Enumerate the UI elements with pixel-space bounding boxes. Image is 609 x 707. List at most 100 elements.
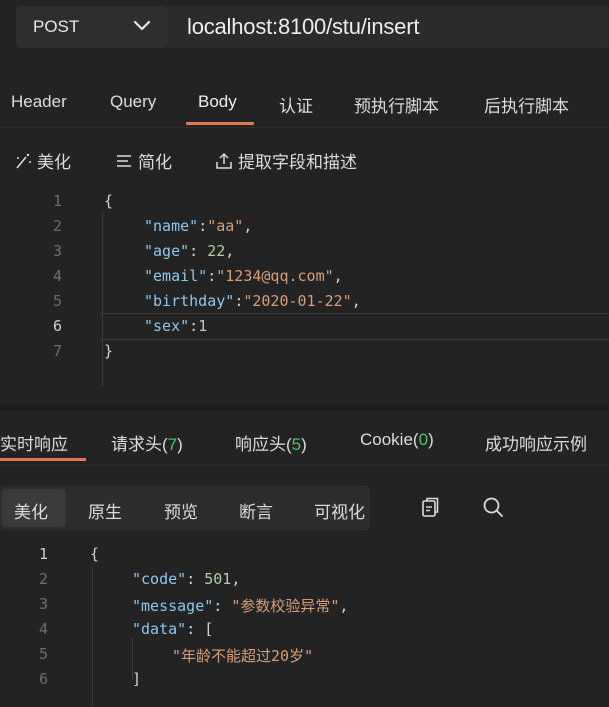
code-text: "birthday":"2020-01-22", — [144, 292, 361, 310]
code-text: "email":"1234@qq.com", — [144, 267, 343, 285]
json-value: 1 — [198, 317, 208, 335]
view-beautify[interactable]: 美化 — [14, 498, 48, 523]
method-select[interactable]: POST — [16, 6, 168, 48]
line-number: 1 — [38, 545, 48, 563]
json-key: "name" — [144, 217, 199, 235]
response-body-viewer[interactable]: 1 { 2 "code": 501, 3 "message": "参数校验异常"… — [0, 541, 609, 707]
code-line: 4 "data": [ — [0, 618, 609, 643]
code-text: { — [90, 545, 100, 563]
view-raw[interactable]: 原生 — [88, 498, 122, 523]
code-text: } — [104, 342, 114, 360]
line-number: 4 — [38, 620, 48, 638]
json-value: "2020-01-22" — [243, 292, 352, 310]
code-line: 4 "email":"1234@qq.com", — [0, 265, 609, 290]
code-line: 1 { — [0, 190, 609, 215]
code-text: "message": "参数校验异常", — [132, 597, 349, 615]
count-badge: 7 — [167, 435, 178, 454]
line-number: 7 — [52, 342, 62, 360]
tab-body[interactable]: Body — [198, 92, 237, 112]
tab-header[interactable]: Header — [11, 92, 67, 112]
code-text: "age": 22, — [144, 242, 235, 260]
copy-icon[interactable] — [418, 495, 442, 519]
tab-label: 响应头 — [235, 435, 286, 454]
extract-fields-label: 提取字段和描述 — [238, 153, 357, 172]
json-bracket: ] — [132, 670, 142, 688]
tab-auth[interactable]: 认证 — [279, 92, 313, 117]
tab-post-script[interactable]: 后执行脚本 — [484, 92, 569, 117]
code-text: { — [104, 192, 114, 210]
url-input[interactable]: localhost:8100/stu/insert — [168, 6, 609, 48]
line-number: 6 — [52, 317, 62, 335]
code-line: 2 "name":"aa", — [0, 215, 609, 240]
json-key: "data" — [132, 620, 187, 638]
line-number: 5 — [52, 292, 62, 310]
code-line: 7 } — [0, 340, 609, 365]
line-number: 2 — [52, 217, 62, 235]
json-value: "参数校验异常" — [231, 597, 340, 615]
count-badge: 5 — [291, 435, 302, 454]
line-number: 1 — [52, 192, 62, 210]
tab-query[interactable]: Query — [110, 92, 156, 112]
extract-fields-button[interactable]: 提取字段和描述 — [214, 148, 357, 173]
magic-wand-icon — [16, 153, 31, 169]
search-icon[interactable] — [481, 495, 505, 519]
view-visualize[interactable]: 可视化 — [314, 498, 365, 523]
json-key: "birthday" — [144, 292, 235, 310]
beautify-label: 美化 — [37, 153, 71, 172]
code-line: 3 "message": "参数校验异常", — [0, 593, 609, 618]
response-view-toggle: 美化 原生 预览 断言 可视化 — [0, 486, 370, 530]
simplify-button[interactable]: 简化 — [114, 148, 172, 173]
code-line: 1 { — [0, 543, 609, 568]
json-value: "aa" — [207, 217, 244, 235]
code-text: "data": [ — [132, 620, 214, 638]
chevron-down-icon — [133, 20, 151, 31]
url-bar: POST localhost:8100/stu/insert — [0, 0, 609, 66]
request-body-editor[interactable]: 1 { 2 "name":"aa", 3 "age": 22, 4 "email… — [0, 186, 609, 396]
view-assert[interactable]: 断言 — [239, 498, 273, 523]
tab-success-example[interactable]: 成功响应示例 — [485, 430, 587, 455]
tab-cookie[interactable]: Cookie(0) — [360, 430, 434, 450]
line-number: 2 — [38, 570, 48, 588]
upload-icon — [216, 152, 232, 169]
tab-label: 请求头 — [111, 435, 162, 454]
code-line: 5 "年龄不能超过20岁" — [0, 643, 609, 668]
line-number: 6 — [38, 670, 48, 688]
json-value: 501 — [204, 570, 232, 588]
body-toolbar: 美化 简化 提取字段和描述 — [0, 140, 609, 176]
json-value: "1234@qq.com" — [216, 267, 334, 285]
line-number: 3 — [52, 242, 62, 260]
json-key: "message" — [132, 597, 214, 615]
json-value: 22 — [207, 242, 226, 260]
request-tabs: Header Query Body 认证 预执行脚本 后执行脚本 — [0, 70, 609, 128]
json-key: "email" — [144, 267, 208, 285]
line-number: 5 — [38, 645, 48, 663]
method-label: POST — [33, 17, 80, 36]
code-line: 5 "birthday":"2020-01-22", — [0, 290, 609, 315]
json-key: "sex" — [144, 317, 190, 335]
tab-realtime-response[interactable]: 实时响应 — [0, 430, 68, 455]
code-text: "sex":1 — [144, 317, 208, 335]
beautify-button[interactable]: 美化 — [13, 148, 71, 173]
json-key: "code" — [132, 570, 187, 588]
json-bracket: [ — [204, 620, 214, 638]
simplify-icon — [117, 154, 131, 167]
code-line: 2 "code": 501, — [0, 568, 609, 593]
response-tabs: 实时响应 请求头(7) 响应头(5) Cookie(0) 成功响应示例 — [0, 412, 609, 466]
view-preview[interactable]: 预览 — [164, 498, 198, 523]
tab-pre-script[interactable]: 预执行脚本 — [354, 92, 439, 117]
active-tab-indicator — [0, 458, 86, 461]
tab-request-headers[interactable]: 请求头(7) — [111, 430, 183, 455]
code-line: 3 "age": 22, — [0, 240, 609, 265]
tab-label: Cookie — [360, 430, 413, 449]
json-key: "age" — [144, 242, 190, 260]
code-line: 6 ] — [0, 668, 609, 693]
code-line: 6 "sex":1 — [0, 315, 609, 340]
tab-response-headers[interactable]: 响应头(5) — [235, 430, 307, 455]
code-text: "name":"aa", — [144, 217, 253, 235]
line-number: 3 — [38, 595, 48, 613]
count-badge: 0 — [418, 430, 429, 449]
json-value: "年龄不能超过20岁" — [172, 647, 314, 665]
code-text: "code": 501, — [132, 570, 241, 588]
url-text: localhost:8100/stu/insert — [187, 14, 420, 39]
panel-divider[interactable] — [0, 404, 609, 410]
